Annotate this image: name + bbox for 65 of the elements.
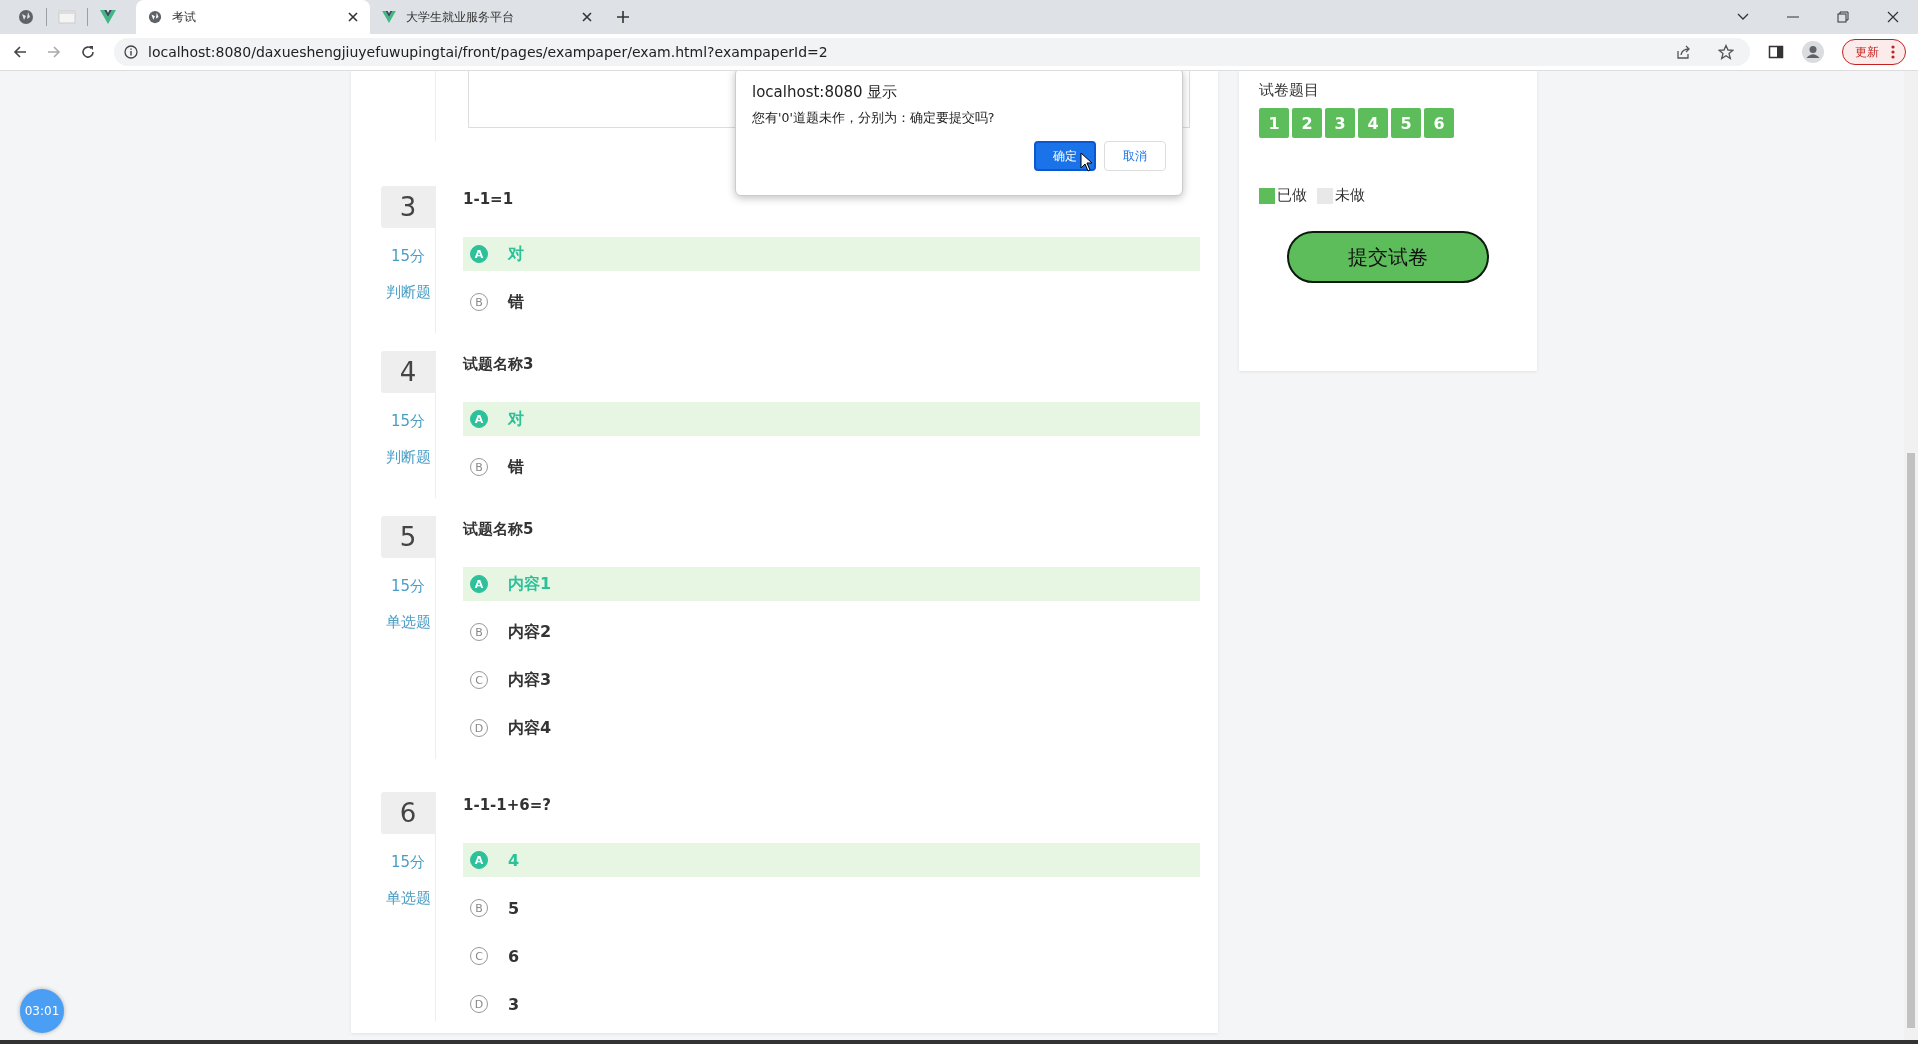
star-icon[interactable] — [1718, 44, 1734, 60]
new-tab-icon[interactable] — [616, 10, 630, 24]
legend-label: 已做 — [1277, 186, 1307, 205]
answer-option[interactable]: B 5 — [463, 891, 1200, 925]
dialog-message: 您有'0'道题未作，分别为：确定要提交吗? — [752, 110, 996, 127]
chevron-down-icon[interactable] — [1737, 13, 1749, 21]
browser-tab[interactable]: 考试 — [136, 0, 370, 34]
question-type: 单选题 — [385, 612, 431, 632]
question-score: 15分 — [390, 852, 426, 872]
answer-option[interactable]: D 3 — [463, 987, 1200, 1021]
address-field[interactable]: localhost:8080/daxueshengjiuyefuwupingtai/front/pages/exampaper/exam.html?exampaperId=2 — [114, 38, 1750, 66]
submit-button[interactable]: 提交试卷 — [1287, 231, 1489, 283]
question-score: 15分 — [390, 576, 426, 596]
legend-label: 未做 — [1335, 186, 1365, 205]
side-panel-icon[interactable] — [1768, 44, 1784, 60]
tab-title: 大学生就业服务平台 — [406, 8, 515, 26]
share-icon[interactable] — [1676, 44, 1692, 60]
scrollbar[interactable] — [1904, 71, 1918, 1040]
answer-option[interactable]: B 错 — [463, 450, 1200, 484]
question-title: 1-1-1+6=? — [463, 795, 553, 816]
more-icon — [1891, 45, 1895, 59]
v-logo-icon — [382, 11, 396, 23]
question-number: 6 — [381, 792, 435, 834]
profile-icon[interactable] — [1802, 41, 1824, 63]
legend-swatch — [1259, 187, 1275, 204]
question-score: 15分 — [390, 246, 426, 266]
answer-option[interactable]: C 内容3 — [463, 663, 1200, 697]
browser-tab[interactable]: 大学生就业服务平台 — [370, 0, 604, 34]
dialog-button[interactable]: 确定 — [1034, 141, 1096, 171]
globe-icon — [148, 10, 162, 24]
back-icon[interactable] — [12, 44, 28, 60]
question-number: 5 — [381, 516, 435, 558]
question-number: 4 — [381, 351, 435, 393]
question-type: 判断题 — [385, 282, 431, 302]
page-icon — [58, 10, 76, 24]
close-icon[interactable] — [348, 12, 358, 22]
timer-badge: 03:01 — [20, 989, 64, 1033]
restore-icon[interactable] — [1837, 11, 1849, 23]
tab-title: 考试 — [172, 8, 197, 26]
dialog-title: localhost:8080 显示 — [752, 83, 899, 102]
sidebar-title: 试卷题目 — [1259, 81, 1320, 100]
option-letter: A — [470, 851, 488, 869]
info-icon[interactable] — [124, 45, 138, 59]
update-button[interactable]: 更新 — [1842, 39, 1906, 65]
reload-icon[interactable] — [80, 44, 96, 60]
close-icon[interactable] — [1887, 11, 1899, 23]
answer-option[interactable]: C 6 — [463, 939, 1200, 973]
answer-option[interactable]: B 错 — [463, 285, 1200, 319]
cursor-icon — [1080, 152, 1094, 172]
option-letter: A — [470, 410, 488, 428]
dialog-button[interactable]: 取消 — [1104, 141, 1166, 171]
question-title: 试题名称3 — [463, 354, 535, 375]
question-number: 3 — [381, 186, 435, 228]
globe-icon — [18, 9, 34, 25]
close-icon[interactable] — [582, 12, 592, 22]
question-type: 判断题 — [385, 447, 431, 467]
question-title: 试题名称5 — [463, 519, 535, 540]
v-logo-icon — [100, 10, 116, 24]
question-title: 1-1=1 — [463, 189, 515, 210]
answer-option[interactable]: B 内容2 — [463, 615, 1200, 649]
question-score: 15分 — [390, 411, 426, 431]
answer-option[interactable]: D 内容4 — [463, 711, 1200, 745]
option-letter: A — [470, 245, 488, 263]
option-letter: A — [470, 575, 488, 593]
question-type: 单选题 — [385, 888, 431, 908]
